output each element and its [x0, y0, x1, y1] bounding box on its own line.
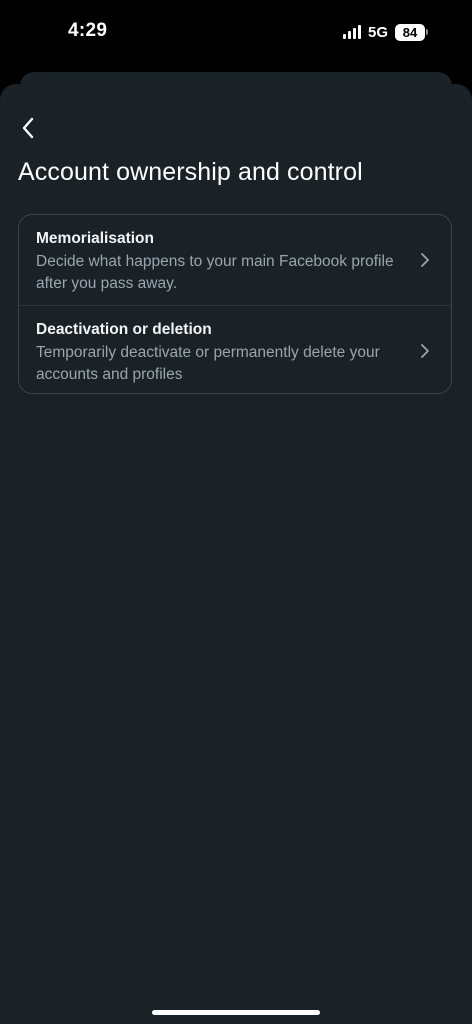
back-button[interactable] [14, 114, 42, 142]
option-description: Temporarily deactivate or permanently de… [36, 344, 380, 383]
option-title: Deactivation or deletion [36, 321, 212, 338]
battery-level: 84 [395, 23, 425, 41]
chevron-right-icon [421, 253, 429, 267]
options-card: Memorialisation Decide what happens to y… [18, 214, 452, 394]
chevron-left-icon [22, 117, 34, 139]
settings-sheet: Account ownership and control Memorialis… [0, 84, 472, 1024]
battery-icon: 84 [395, 23, 428, 41]
option-deactivation-deletion[interactable]: Deactivation or deletion Temporarily dea… [19, 305, 451, 393]
battery-cap [426, 29, 428, 35]
status-time: 4:29 [68, 20, 108, 41]
signal-icon [342, 25, 361, 39]
network-label: 5G [367, 23, 388, 41]
option-description: Decide what happens to your main Faceboo… [36, 253, 394, 292]
page-title: Account ownership and control [18, 158, 363, 186]
screen: 4:29 5G 84 Account ownership and control [0, 0, 472, 1024]
status-bar: 4:29 5G 84 [0, 0, 472, 64]
option-title: Memorialisation [36, 230, 154, 247]
status-indicators: 5G 84 [342, 22, 428, 42]
chevron-right-icon [421, 344, 429, 358]
home-indicator[interactable] [152, 1010, 320, 1015]
option-memorialisation[interactable]: Memorialisation Decide what happens to y… [19, 215, 451, 305]
